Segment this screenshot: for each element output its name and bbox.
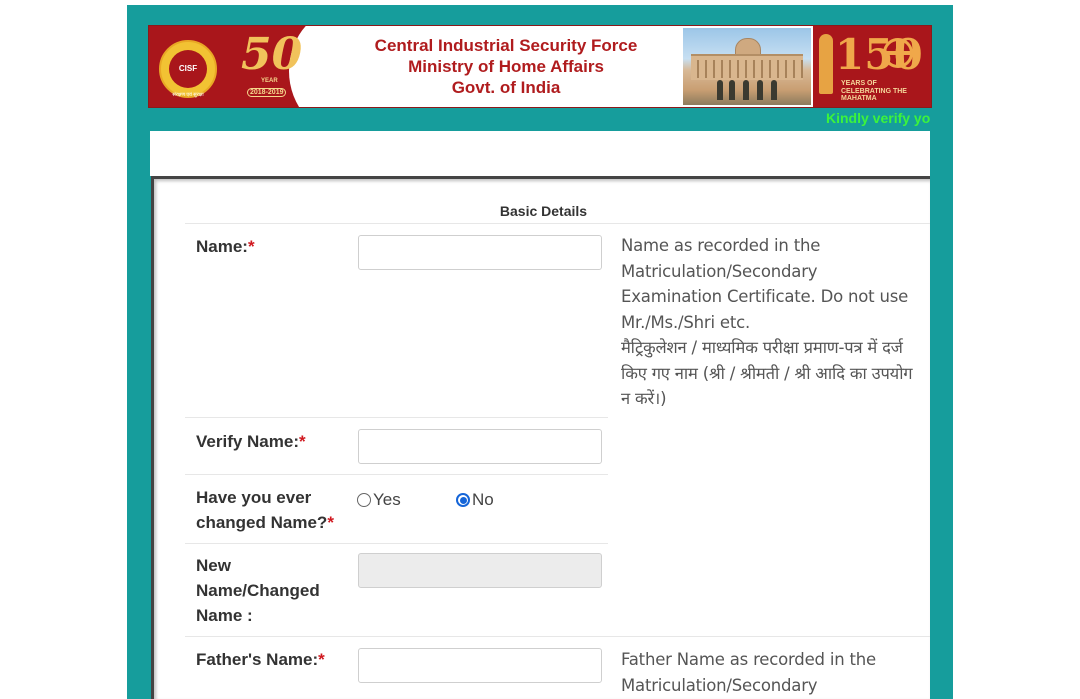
changed-name-label: Have you ever changed Name?* — [196, 488, 334, 532]
verify-name-label: Verify Name:* — [196, 432, 306, 451]
name-help-text: Name as recorded in the Matriculation/Se… — [621, 233, 921, 412]
fifty-year-word: YEAR — [261, 78, 278, 84]
cisf-emblem-panel: CISF संरक्षण एवं सुरक्षा 50 YEAR 2018-20… — [149, 26, 409, 107]
required-marker: * — [327, 513, 334, 532]
name-input[interactable] — [358, 235, 602, 270]
personnel-figure — [729, 80, 735, 100]
name-label: Name:* — [196, 237, 255, 256]
new-name-input[interactable] — [358, 553, 602, 588]
name-help-english: Name as recorded in the Matriculation/Se… — [621, 236, 909, 332]
fathers-name-label: Father's Name:* — [196, 650, 325, 669]
row-divider — [185, 543, 608, 544]
personnel-figure — [743, 80, 749, 100]
charkha-wheel-icon — [883, 38, 913, 68]
changed-name-no-option[interactable]: No — [456, 489, 494, 511]
cisf-logo: CISF — [159, 40, 217, 98]
gandhi-150-panel: 150 YEARS OF CELEBRATING THE MAHATMA — [813, 26, 931, 107]
fathers-name-help-text: Father Name as recorded in the Matricula… — [621, 650, 877, 695]
row-divider — [185, 636, 930, 637]
personnel-figure — [757, 80, 763, 100]
name-help-hindi: मैट्रिकुलेशन / माध्यमिक परीक्षा प्रमाण-प… — [621, 338, 913, 408]
notice-strip — [150, 131, 930, 176]
required-marker: * — [247, 237, 255, 256]
no-radio-label: No — [472, 490, 494, 509]
fifty-year-logo: 50 — [241, 29, 303, 80]
yes-radio-button[interactable] — [357, 493, 371, 507]
cisf-logo-text: CISF — [169, 50, 207, 88]
fathers-name-input[interactable] — [358, 648, 602, 683]
building — [691, 54, 803, 80]
org-name: Central Industrial Security Force — [374, 36, 638, 55]
parade-photo — [683, 28, 811, 105]
no-radio-button[interactable] — [456, 493, 470, 507]
gandhi-150-text: YEARS OF CELEBRATING THE MAHATMA — [841, 80, 907, 102]
required-marker: * — [299, 432, 306, 451]
row-divider — [185, 417, 608, 418]
government-name: Govt. of India — [451, 78, 561, 97]
verify-name-input[interactable] — [358, 429, 602, 464]
changed-name-yes-option[interactable]: Yes — [357, 489, 401, 511]
personnel-figure — [771, 80, 777, 100]
header-banner: CISF संरक्षण एवं सुरक्षा 50 YEAR 2018-20… — [148, 25, 932, 108]
personnel-figure — [717, 80, 723, 100]
required-marker: * — [318, 650, 325, 669]
basic-details-form: Basic Details Name:* Name as recorded in… — [151, 176, 930, 699]
yes-radio-label: Yes — [373, 490, 401, 509]
ministry-name: Ministry of Home Affairs — [408, 57, 604, 76]
fifty-year-dates: 2018-2019 — [247, 88, 287, 97]
mahatma-silhouette-icon — [819, 34, 833, 94]
new-name-label: New Name/Changed Name : — [196, 556, 320, 625]
row-divider — [185, 223, 930, 224]
cisf-motto: संरक्षण एवं सुरक्षा — [172, 92, 204, 98]
row-divider — [185, 474, 608, 475]
organization-title: Central Industrial Security Force Minist… — [356, 35, 656, 98]
notice-marquee: Kindly verify yo — [826, 110, 931, 126]
section-title: Basic Details — [499, 203, 588, 219]
